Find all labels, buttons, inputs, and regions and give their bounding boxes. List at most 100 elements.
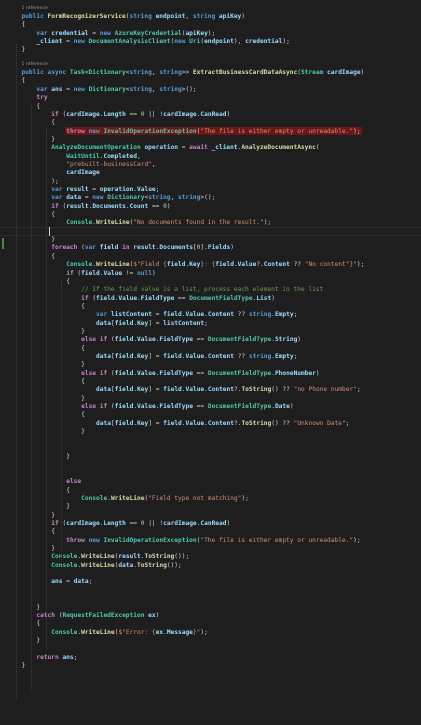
code-token: Console: [66, 261, 93, 269]
code-token: var: [51, 194, 67, 202]
code-token: Uri: [189, 38, 201, 46]
code-token: operation: [144, 144, 178, 152]
code-token: new: [88, 536, 104, 544]
code-token: {: [81, 344, 85, 352]
code-token: ==: [192, 403, 208, 411]
code-token: endpoint: [155, 13, 186, 20]
code-token: ;: [293, 311, 298, 319]
code-token: ??: [289, 261, 305, 269]
code-token: CanRead: [200, 520, 227, 527]
code-token: Console: [66, 219, 93, 227]
code-token: Completed: [103, 152, 138, 160]
code-token: ToString: [241, 419, 272, 427]
code-token: new: [88, 127, 104, 135]
code-token: RequestFailedException: [62, 611, 149, 619]
code-token: Value: [103, 269, 123, 277]
code-token: result: [118, 553, 141, 561]
code-token: FormRecognizerService: [47, 13, 126, 20]
code-editor[interactable]: 1 reference public FormRecognizerService (…: [0, 0, 421, 725]
code-token: public: [21, 13, 48, 20]
code-token: string: [129, 13, 156, 20]
code-token: }": [349, 261, 357, 269]
code-token: ?.: [256, 261, 264, 269]
code-token: data: [96, 419, 111, 427]
code-token: Count: [129, 202, 149, 210]
code-token: var: [96, 311, 111, 319]
code-token: Value: [137, 336, 156, 344]
code-token: >();: [181, 85, 197, 93]
code-token: string: [248, 353, 272, 360]
code-token: WriteLine: [81, 561, 115, 569]
code-token: );: [353, 536, 361, 544]
code-token: String: [274, 336, 298, 344]
code-token: else if: [81, 369, 111, 377]
code-line: }: [66, 452, 421, 461]
code-token: ??: [233, 353, 249, 360]
code-token: else: [66, 478, 82, 486]
code-token: ;: [356, 386, 361, 394]
code-token: ): [289, 403, 294, 411]
code-token: {: [21, 21, 26, 29]
code-token: Content: [207, 419, 234, 427]
code-token: Value: [185, 353, 205, 360]
code-token: );: [207, 29, 216, 37]
code-token: );: [200, 628, 208, 636]
code-token: ());: [166, 561, 182, 569]
code-token: field: [114, 369, 134, 377]
code-token: {: [51, 119, 56, 127]
code-token: null: [137, 269, 152, 277]
code-token: ].: [200, 244, 208, 252]
code-token: {: [81, 302, 85, 310]
code-token: ,: [151, 160, 156, 168]
code-token: var: [36, 85, 52, 93]
code-token: 1 reference: [21, 62, 48, 68]
code-token: field: [114, 386, 134, 394]
code-token: try: [36, 94, 48, 102]
code-token: }: {: [200, 261, 216, 269]
code-token: foreach: [51, 244, 82, 252]
code-token: () ??: [271, 419, 294, 427]
code-token: }: [36, 603, 41, 611]
code-token: cardImage: [66, 169, 100, 177]
code-token: ExtractBusinessCardDataAsync: [192, 69, 298, 77]
code-token: Message: [166, 628, 193, 636]
code-token: List: [256, 294, 272, 302]
code-token: result: [133, 244, 156, 252]
code-token: ] =: [148, 319, 164, 327]
code-token: "The file is either empty or unreadable.…: [200, 536, 354, 544]
code-token: }: [81, 327, 85, 335]
code-token: Content: [263, 261, 290, 269]
code-token: data: [118, 561, 134, 569]
code-token: Key: [137, 319, 149, 327]
code-token: Fields: [207, 244, 231, 252]
code-token: }: [81, 428, 85, 436]
code-token: catch: [36, 611, 59, 619]
code-token: FieldType: [159, 336, 193, 344]
code-token: "Unknown Date": [293, 419, 346, 427]
code-token: DocumentFieldType: [207, 369, 272, 377]
code-token: );: [353, 127, 361, 135]
code-token: string: [178, 194, 201, 202]
code-token: CanRead: [200, 110, 227, 118]
code-token: ToString: [144, 553, 175, 561]
code-token: "No documents found in the result.": [133, 219, 264, 227]
code-token: ,: [170, 194, 179, 202]
indent-guide: [60, 280, 62, 560]
code-token: =: [81, 194, 93, 202]
code-token: field: [114, 419, 134, 427]
code-token: field: [114, 403, 134, 411]
code-token: apiKey: [218, 13, 242, 20]
code-token: ;: [345, 419, 350, 427]
code-token: result: [66, 202, 89, 210]
code-token: }: [21, 46, 26, 54]
code-token: ): [226, 110, 231, 118]
indent-guide: [45, 128, 47, 650]
code-token: ==: [148, 202, 164, 210]
code-token: data: [96, 353, 111, 360]
code-token: InvalidOperationException: [103, 127, 197, 135]
code-token: cardImage: [66, 110, 100, 118]
code-token: =: [88, 29, 100, 37]
code-token: cardImage: [163, 520, 197, 527]
code-token: ): [271, 294, 275, 302]
code-token: ==: [192, 336, 208, 344]
